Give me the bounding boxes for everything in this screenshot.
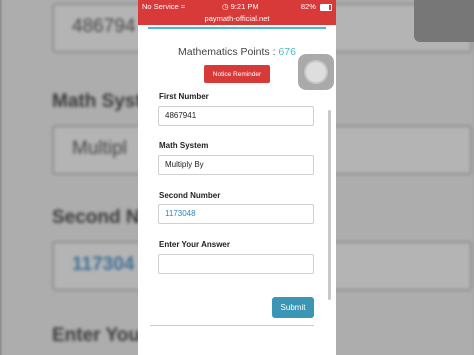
background-second-number-box: 117304 [52, 241, 138, 291]
background-right-box-3 [336, 241, 472, 291]
background-second-number-text: 117304 [72, 254, 135, 275]
math-system-label: Math System [159, 141, 209, 150]
battery-status: 82% [301, 2, 332, 11]
time-text: 9:21 PM [230, 2, 259, 11]
url-text: paymath-official.net [204, 14, 270, 23]
second-number-label: Second Number [159, 191, 221, 200]
notice-reminder-button[interactable]: Notice Reminder [204, 65, 270, 83]
answer-input[interactable] [158, 254, 314, 274]
background-corner-shape [414, 0, 474, 42]
battery-icon [320, 3, 332, 11]
background-first-number-box: 486794 [52, 3, 138, 53]
assistive-touch-icon[interactable] [298, 54, 334, 90]
submit-button[interactable]: Submit [272, 297, 314, 318]
background-right [336, 0, 474, 355]
clock: ◷ 9:21 PM [222, 2, 259, 11]
math-system-select[interactable]: Multiply By [158, 155, 314, 175]
wifi-icon: ≈ [180, 2, 185, 11]
battery-percent: 82% [300, 2, 316, 11]
background-second-number-label: Second N [52, 207, 138, 228]
background-left: 486794 Math Syst Multipl Second N 117304… [0, 0, 138, 355]
background-answer-label: Enter You [52, 325, 138, 346]
first-number-label: First Number [159, 92, 209, 101]
assistive-touch-ring [306, 62, 326, 82]
answer-label: Enter Your Answer [159, 240, 230, 249]
phone-screen: No Service ≈ ◷ 9:21 PM 82% paymath-offic… [138, 0, 336, 355]
form-divider [150, 325, 314, 326]
background-math-system-text: Multipl [72, 138, 127, 159]
second-number-field[interactable]: 1173048 [158, 204, 314, 224]
first-number-field[interactable]: 4867941 [158, 106, 314, 126]
page-scrollbar[interactable] [328, 110, 331, 300]
background-math-system-label: Math Syst [52, 91, 138, 112]
carrier-status: No Service ≈ [142, 2, 185, 11]
background-first-number-text: 486794 [72, 16, 136, 37]
carrier-text: No Service [142, 2, 179, 11]
points-value: 676 [278, 46, 296, 58]
background-right-box-2 [336, 125, 472, 175]
status-bar: No Service ≈ ◷ 9:21 PM 82% [138, 0, 336, 13]
alarm-icon: ◷ [222, 2, 229, 11]
points-label: Mathematics Points : [178, 46, 276, 58]
address-bar[interactable]: paymath-official.net [138, 13, 336, 25]
background-math-system-box: Multipl [52, 125, 138, 175]
